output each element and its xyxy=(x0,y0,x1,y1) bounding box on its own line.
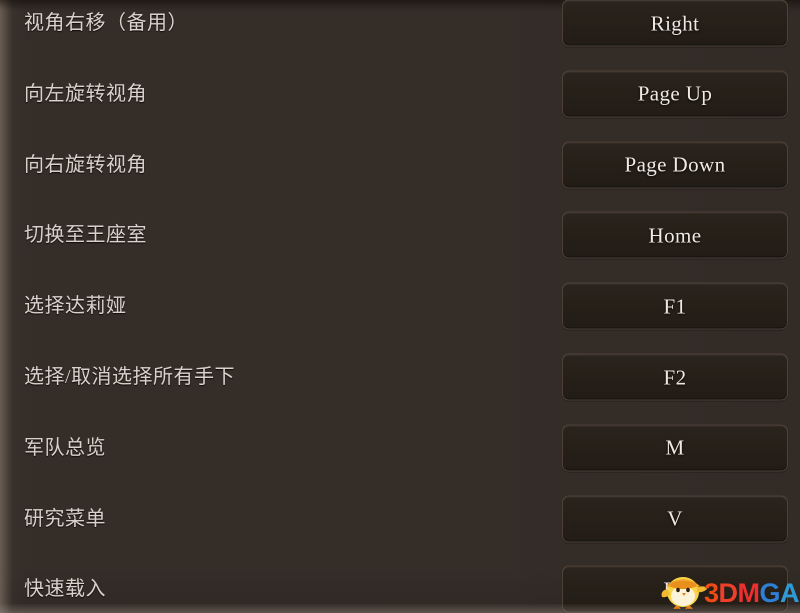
keybinding-row[interactable]: 快速载入 F9 xyxy=(0,554,800,613)
keybinding-key-button[interactable]: V xyxy=(562,495,788,543)
keybinding-row[interactable]: 向左旋转视角 Page Up xyxy=(0,58,800,129)
keybinding-action-label: 研究菜单 xyxy=(24,507,106,530)
keybinding-action-label: 视角右移（备用） xyxy=(24,12,188,34)
keybinding-row[interactable]: 军队总览 M xyxy=(0,412,800,483)
keybinding-row[interactable]: 研究菜单 V xyxy=(0,483,800,554)
keybinding-key-button[interactable]: Page Down xyxy=(562,141,788,189)
keybinding-action-label: 快速载入 xyxy=(24,578,106,601)
keybinding-key-label: V xyxy=(667,506,683,531)
keybinding-action-label: 向左旋转视角 xyxy=(24,82,147,105)
keybinding-action-label: 军队总览 xyxy=(24,436,106,459)
keybinding-key-label: F2 xyxy=(663,365,687,389)
keybinding-key-label: Page Up xyxy=(637,81,713,106)
keybinding-key-button[interactable]: Page Up xyxy=(562,70,788,118)
keybindings-list: 视角右移（备用） Right 向左旋转视角 Page Up 向右旋转视角 Page Dow… xyxy=(0,0,800,613)
keybinding-action-label: 选择达莉娅 xyxy=(24,295,127,318)
keybinding-key-label: Page Down xyxy=(624,152,726,177)
keybinding-key-button[interactable]: Right xyxy=(562,0,788,47)
keybinding-key-label: M xyxy=(665,435,685,460)
keybinding-row[interactable]: 视角右移（备用） Right xyxy=(0,0,800,59)
keybinding-key-label: F9 xyxy=(663,577,687,602)
keybinding-row[interactable]: 切换至王座室 Home xyxy=(0,200,800,271)
keybinding-key-label: F1 xyxy=(663,294,687,319)
keybinding-key-button[interactable]: Home xyxy=(562,211,788,259)
keybinding-action-label: 向右旋转视角 xyxy=(24,153,147,176)
keybindings-screen: 视角右移（备用） Right 向左旋转视角 Page Up 向右旋转视角 Page Dow… xyxy=(0,0,800,613)
keybinding-key-button[interactable]: F1 xyxy=(562,282,788,330)
keybinding-action-label: 选择/取消选择所有手下 xyxy=(24,366,236,388)
keybinding-key-label: Home xyxy=(648,223,702,248)
keybinding-row[interactable]: 选择/取消选择所有手下 F2 xyxy=(0,342,800,413)
keybinding-key-button[interactable]: F9 xyxy=(562,565,788,613)
keybinding-row[interactable]: 向右旋转视角 Page Down xyxy=(0,129,800,200)
keybinding-action-label: 切换至王座室 xyxy=(24,224,147,247)
keybinding-key-button[interactable]: M xyxy=(562,424,788,472)
keybinding-key-button[interactable]: F2 xyxy=(562,353,788,401)
keybinding-key-label: Right xyxy=(650,11,700,35)
keybinding-row[interactable]: 选择达莉娅 F1 xyxy=(0,271,800,342)
